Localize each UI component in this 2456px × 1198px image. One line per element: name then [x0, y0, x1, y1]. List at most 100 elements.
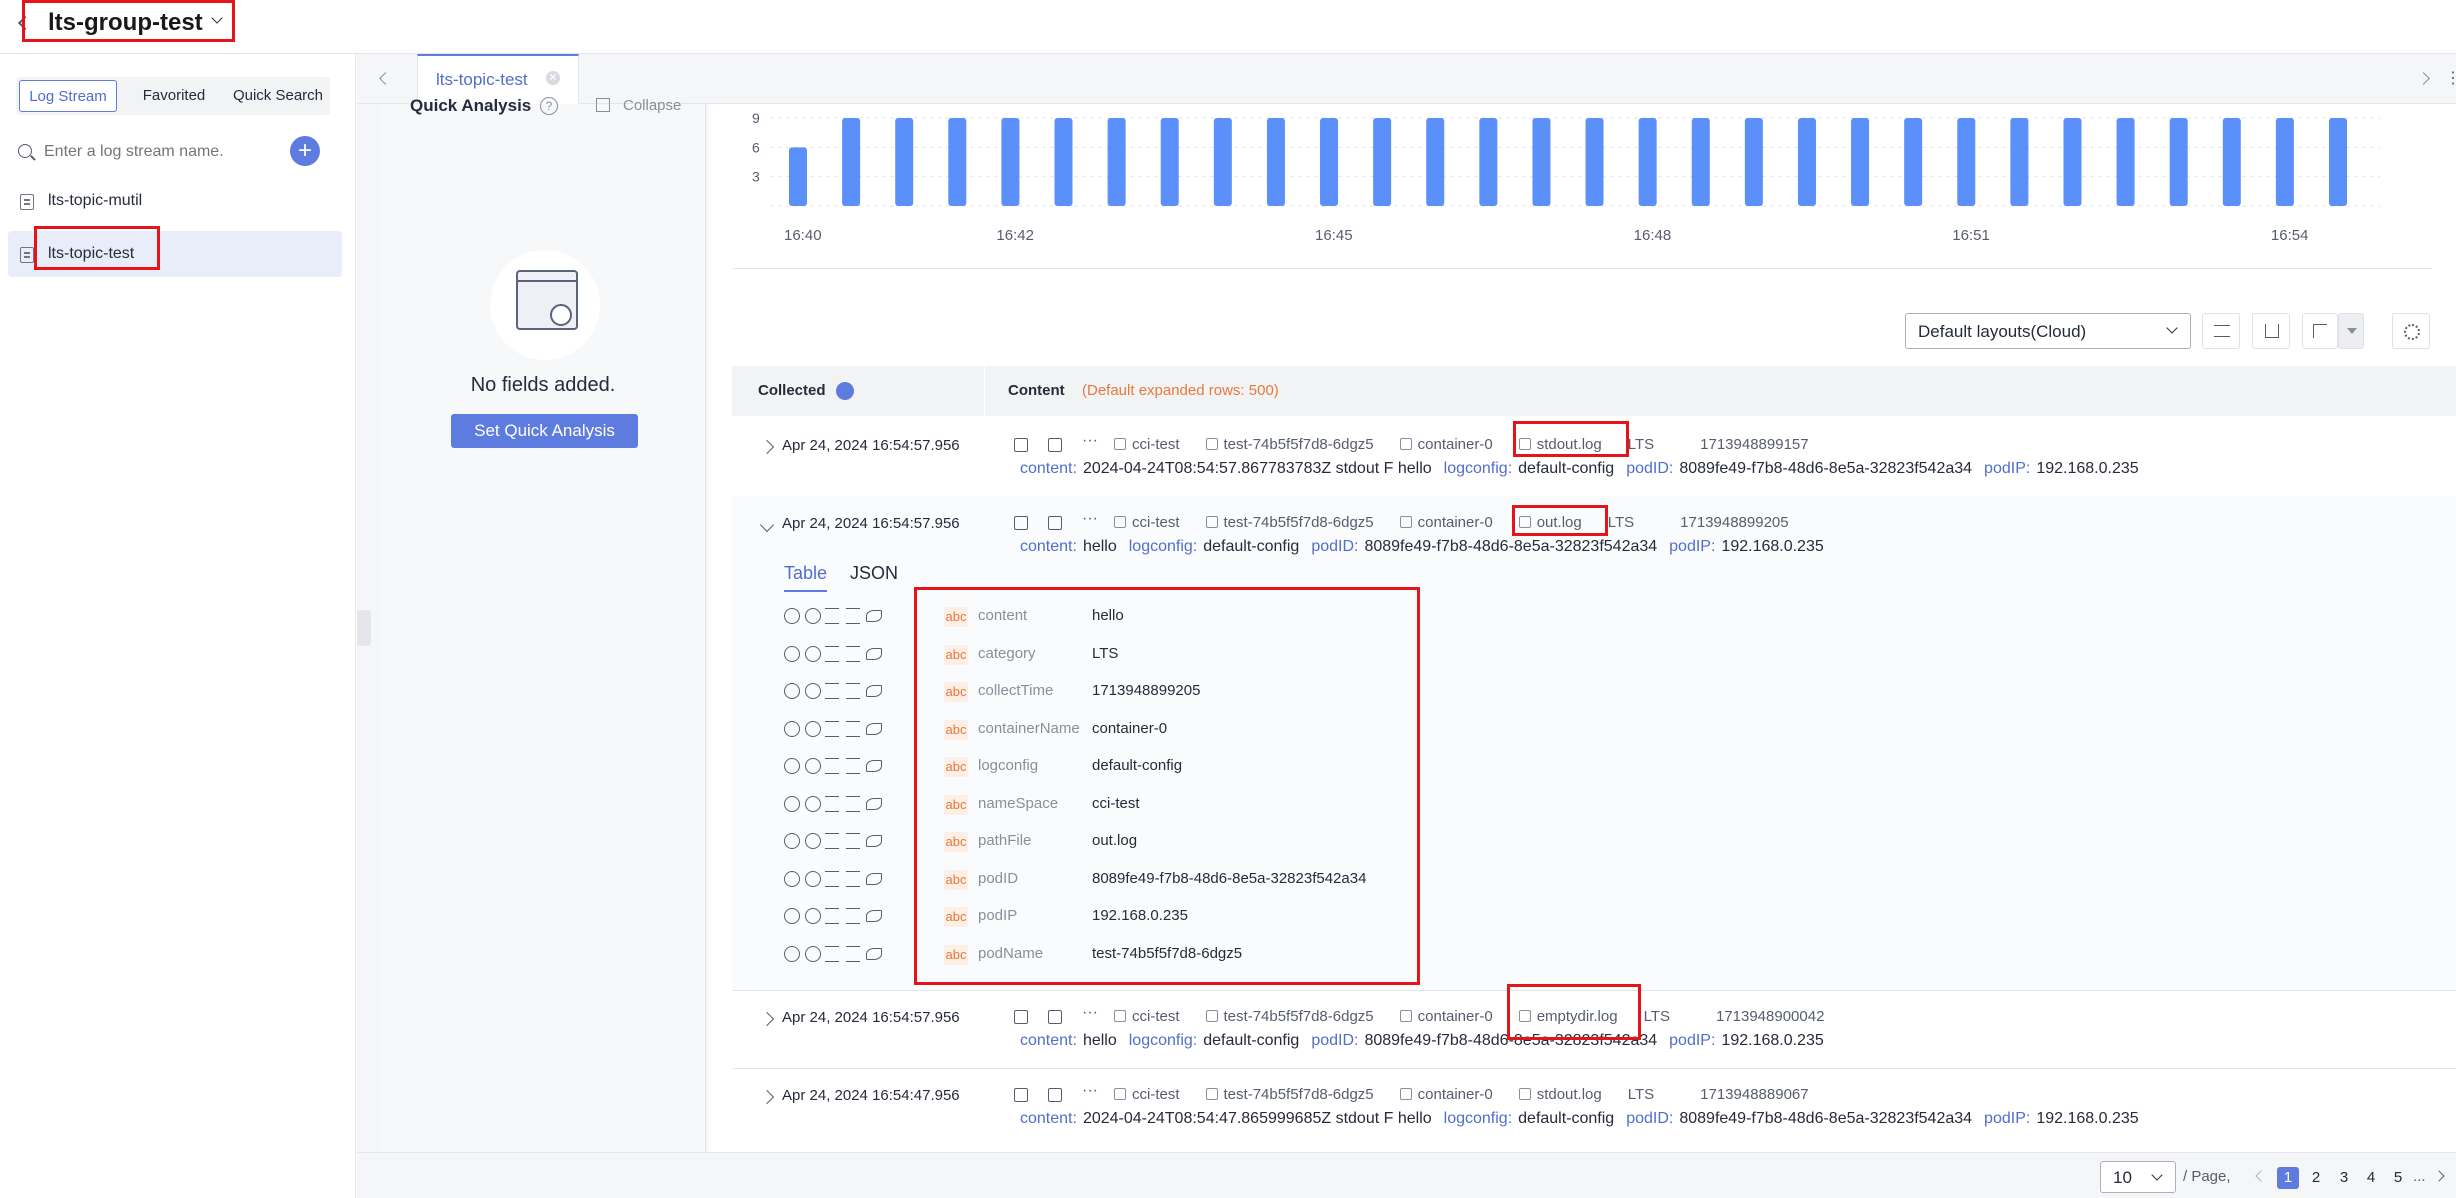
container-tag[interactable]: container-0	[1399, 436, 1493, 453]
close-icon[interactable]: ✕	[546, 71, 560, 85]
field-key-content[interactable]: content:	[1020, 460, 1077, 477]
category-tag[interactable]: LTS	[1628, 436, 1654, 453]
zoom-in-icon[interactable]	[784, 758, 800, 774]
zoom-out-icon[interactable]	[804, 720, 821, 737]
eye-icon[interactable]	[866, 910, 882, 922]
histogram-bar[interactable]	[1107, 118, 1126, 206]
category-tag[interactable]: LTS	[1608, 514, 1634, 531]
field-key-podid[interactable]: podID:	[1626, 1110, 1673, 1127]
pod-tag[interactable]: test-74b5f5f7d8-6dgz5	[1205, 1008, 1374, 1025]
scroll-left-icon[interactable]	[379, 72, 392, 85]
histogram-bar[interactable]	[1904, 118, 1923, 206]
collect-time-tag[interactable]: 1713948889067	[1700, 1086, 1808, 1103]
eye-icon[interactable]	[866, 685, 882, 697]
field-value[interactable]: 1713948899205	[1092, 682, 1200, 699]
field-key-podip[interactable]: podIP:	[1669, 538, 1715, 555]
set-quick-analysis-button[interactable]: Set Quick Analysis	[451, 414, 638, 448]
file-tag[interactable]: stdout.log	[1518, 1086, 1602, 1103]
field-value[interactable]: default-config	[1092, 757, 1182, 774]
tab-favorited[interactable]: Favorited	[124, 80, 224, 112]
histogram-bar[interactable]	[2329, 118, 2347, 206]
collapse-sidebar-handle[interactable]	[357, 610, 371, 646]
file-tag[interactable]: stdout.log	[1518, 436, 1602, 453]
filter-out-icon[interactable]	[845, 945, 860, 962]
histogram-bar[interactable]	[895, 118, 914, 206]
scroll-right-icon[interactable]	[2417, 72, 2430, 85]
chevron-down-icon[interactable]	[211, 12, 223, 24]
histogram-bar[interactable]	[1957, 118, 1976, 206]
category-tag[interactable]: LTS	[1644, 1008, 1670, 1025]
filter-icon[interactable]	[825, 945, 839, 962]
zoom-in-icon[interactable]	[784, 683, 800, 699]
sort-button[interactable]	[2302, 313, 2338, 349]
more-icon[interactable]: ···	[1082, 1082, 1098, 1100]
tab-quick-search[interactable]: Quick Search	[228, 80, 328, 112]
sidebar-item-lts-topic-mutil[interactable]: lts-topic-mutil	[8, 178, 342, 224]
histogram-bar[interactable]	[1266, 118, 1285, 206]
zoom-in-icon[interactable]	[784, 645, 800, 662]
field-value[interactable]: hello	[1092, 607, 1124, 624]
histogram-bar[interactable]	[2063, 118, 2082, 206]
field-key-podip[interactable]: podIP:	[1984, 1110, 2030, 1127]
histogram-bar[interactable]	[2222, 118, 2241, 206]
copy-icon[interactable]	[1014, 516, 1028, 530]
filter-icon[interactable]	[825, 608, 839, 624]
zoom-in-icon[interactable]	[784, 870, 800, 887]
histogram-bar[interactable]	[1691, 118, 1710, 206]
field-key-content[interactable]: content:	[1020, 1032, 1077, 1049]
zoom-out-icon[interactable]	[804, 795, 821, 812]
page-4[interactable]: 4	[2360, 1167, 2382, 1189]
field-key-content[interactable]: content:	[1020, 538, 1077, 555]
field-value[interactable]: out.log	[1092, 832, 1137, 849]
filter-icon[interactable]	[825, 833, 839, 849]
sort-desc-icon[interactable]	[836, 382, 854, 400]
field-key-podid[interactable]: podID:	[1626, 460, 1673, 477]
more-icon[interactable]: ···	[1082, 510, 1098, 528]
layout-select[interactable]: Default layouts(Cloud)	[1905, 313, 2191, 349]
field-key-logconfig[interactable]: logconfig:	[1444, 460, 1513, 477]
filter-icon[interactable]	[825, 870, 839, 887]
filter-icon[interactable]	[825, 758, 839, 774]
add-stream-button[interactable]: +	[290, 136, 320, 166]
histogram-bar[interactable]	[1797, 118, 1816, 206]
eye-icon[interactable]	[866, 947, 882, 960]
image-icon[interactable]	[1048, 1010, 1062, 1024]
tab-log-stream[interactable]: Log Stream	[19, 80, 117, 112]
field-value-podid[interactable]: 8089fe49-f7b8-48d6-8e5a-32823f542a34	[1364, 538, 1657, 555]
eye-icon[interactable]	[866, 722, 882, 735]
filter-icon[interactable]	[825, 795, 839, 812]
field-key-podid[interactable]: podID:	[1311, 1032, 1358, 1049]
filter-out-icon[interactable]	[845, 795, 860, 812]
filter-icon[interactable]	[825, 908, 839, 924]
zoom-in-icon[interactable]	[784, 908, 800, 924]
eye-icon[interactable]	[866, 610, 882, 622]
zoom-out-icon[interactable]	[804, 833, 821, 849]
file-tag[interactable]: emptydir.log	[1518, 1008, 1618, 1025]
field-value-content[interactable]: 2024-04-24T08:54:57.867783783Z stdout F …	[1083, 460, 1432, 477]
histogram-bar[interactable]	[789, 147, 807, 206]
zoom-in-icon[interactable]	[784, 945, 800, 962]
field-value[interactable]: LTS	[1092, 645, 1118, 662]
zoom-out-icon[interactable]	[804, 608, 821, 624]
field-value-logconfig[interactable]: default-config	[1203, 1032, 1299, 1049]
namespace-tag[interactable]: cci-test	[1114, 1086, 1180, 1103]
filter-out-icon[interactable]	[845, 833, 860, 849]
field-key-podip[interactable]: podIP:	[1669, 1032, 1715, 1049]
settings-button[interactable]	[2392, 313, 2430, 349]
field-value-content[interactable]: hello	[1083, 1032, 1117, 1049]
zoom-in-icon[interactable]	[784, 720, 800, 737]
collapse-link[interactable]: Collapse	[623, 97, 681, 114]
filter-out-icon[interactable]	[845, 908, 860, 924]
histogram-bar[interactable]	[1373, 118, 1392, 206]
prev-page-icon[interactable]	[2255, 1170, 2267, 1182]
pod-tag[interactable]: test-74b5f5f7d8-6dgz5	[1205, 436, 1374, 453]
namespace-tag[interactable]: cci-test	[1114, 514, 1180, 531]
namespace-tag[interactable]: cci-test	[1114, 436, 1180, 453]
filter-out-icon[interactable]	[845, 608, 860, 624]
field-key-logconfig[interactable]: logconfig:	[1129, 1032, 1198, 1049]
image-icon[interactable]	[1048, 438, 1062, 452]
pod-tag[interactable]: test-74b5f5f7d8-6dgz5	[1205, 514, 1374, 531]
histogram-bar[interactable]	[1213, 118, 1232, 206]
more-icon[interactable]: ···	[1082, 1004, 1098, 1022]
field-value[interactable]: test-74b5f5f7d8-6dgz5	[1092, 945, 1242, 962]
